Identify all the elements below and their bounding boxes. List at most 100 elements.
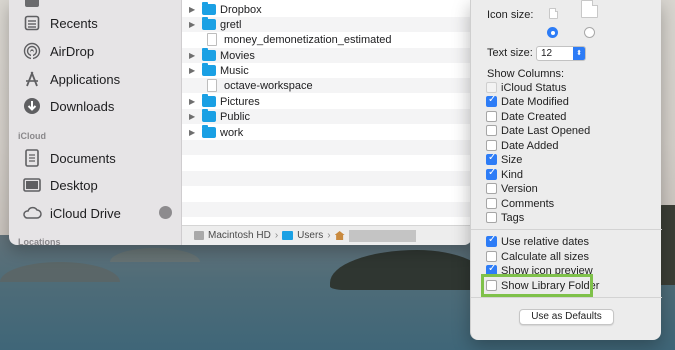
desktop-icon	[22, 175, 42, 195]
sidebar-item-label: AirDrop	[50, 43, 95, 59]
empty-row	[182, 171, 472, 186]
sidebar-item-label: Desktop	[50, 177, 98, 193]
sidebar-item-applications[interactable]: Applications	[9, 66, 182, 92]
home-icon	[334, 231, 345, 240]
path-separator: ›	[274, 230, 279, 241]
file-name: work	[220, 126, 244, 139]
sidebar-item-airdrop[interactable]: AirDrop	[9, 38, 182, 64]
disclosure-triangle-icon[interactable]: ▶	[189, 51, 197, 60]
sidebar-item-label: Recents	[50, 15, 98, 31]
sidebar-item-label: Applications	[50, 71, 121, 87]
documents-icon	[22, 148, 42, 168]
sidebar-item-downloads[interactable]: Downloads	[9, 93, 182, 119]
sidebar-item-icloud-drive[interactable]: iCloud Drive	[9, 200, 182, 226]
column-label: Tags	[501, 212, 525, 224]
text-size-value: 12	[541, 48, 553, 59]
date-last-opened-checkbox[interactable]	[486, 125, 497, 136]
column-label: Comments	[501, 198, 555, 210]
column-label: Date Modified	[501, 96, 569, 108]
column-label: Date Last Opened	[501, 125, 591, 137]
list-item[interactable]: ▶ Music	[182, 63, 472, 78]
file-list: ▶ Dropbox ▶ gretl money_demonetization_e…	[182, 0, 472, 225]
section-divider	[471, 297, 662, 298]
document-icon	[207, 79, 217, 92]
disclosure-triangle-icon[interactable]: ▶	[189, 5, 197, 14]
date-added-checkbox[interactable]	[486, 140, 497, 151]
icloud-progress-icon[interactable]	[159, 206, 172, 219]
empty-row	[182, 140, 472, 155]
path-item-macintosh-hd[interactable]: Macintosh HD	[208, 230, 271, 241]
file-name: gretl	[220, 18, 242, 31]
list-item[interactable]: ▶ work	[182, 125, 472, 140]
size-checkbox[interactable]	[486, 152, 497, 165]
cloud-icon	[22, 203, 42, 223]
folder-icon	[202, 17, 216, 30]
sidebar-section-icloud: iCloud	[18, 131, 46, 141]
users-folder-icon	[282, 231, 294, 240]
icloud-status-checkbox[interactable]	[486, 82, 497, 93]
date-created-checkbox[interactable]	[486, 111, 497, 122]
file-name: Pictures	[220, 95, 260, 108]
finder-window: Recents AirDrop Applications Downloads i…	[9, 0, 472, 245]
column-label: Size	[501, 154, 523, 166]
list-item[interactable]: ▶ Movies	[182, 48, 472, 63]
show-columns-label: Show Columns:	[487, 68, 565, 80]
document-icon	[207, 33, 217, 46]
list-item[interactable]: ▶ gretl	[182, 17, 472, 32]
icon-size-label: Icon size:	[487, 9, 534, 21]
chevron-updown-icon: ⬍	[573, 47, 585, 60]
disclosure-triangle-icon[interactable]: ▶	[189, 20, 197, 29]
use-as-defaults-button[interactable]: Use as Defaults	[519, 309, 614, 325]
list-item[interactable]: money_demonetization_estimated	[182, 32, 472, 47]
disclosure-triangle-icon[interactable]: ▶	[189, 66, 197, 75]
sidebar-item-desktop[interactable]: Desktop	[9, 172, 182, 198]
kind-checkbox[interactable]	[486, 167, 497, 180]
folder-icon	[202, 109, 216, 122]
sidebar-item-recents[interactable]: Recents	[9, 10, 182, 36]
sidebar-item-documents[interactable]: Documents	[9, 145, 182, 171]
empty-row	[182, 202, 472, 217]
list-item[interactable]: ▶ Pictures	[182, 94, 472, 109]
path-separator: ›	[327, 230, 331, 241]
text-size-select[interactable]: 12 ⬍	[536, 46, 586, 61]
finder-sidebar: Recents AirDrop Applications Downloads i…	[9, 0, 182, 245]
small-icon-size-icon	[549, 8, 558, 19]
disclosure-triangle-icon[interactable]: ▶	[189, 112, 197, 121]
sidebar-item-label: Documents	[50, 150, 116, 166]
calculate-all-sizes-checkbox[interactable]	[486, 251, 497, 262]
file-name: Dropbox	[220, 3, 262, 16]
date-modified-checkbox[interactable]	[486, 94, 497, 107]
folder-icon	[202, 48, 216, 61]
folder-icon	[202, 94, 216, 107]
comments-checkbox[interactable]	[486, 198, 497, 209]
path-bar: Macintosh HD › Users ›	[182, 225, 472, 245]
version-checkbox[interactable]	[486, 183, 497, 194]
icon-size-large-radio[interactable]	[584, 27, 595, 38]
use-relative-dates-checkbox[interactable]	[486, 234, 497, 247]
sidebar-item-label: Downloads	[50, 98, 115, 114]
file-name: Movies	[220, 49, 255, 62]
sidebar-item-label: iCloud Drive	[50, 205, 121, 221]
disclosure-triangle-icon[interactable]: ▶	[189, 128, 197, 137]
airdrop-icon	[22, 41, 42, 61]
path-item-users[interactable]: Users	[297, 230, 323, 241]
list-item[interactable]: ▶ Dropbox	[182, 2, 472, 17]
list-item[interactable]: octave-workspace	[182, 78, 472, 93]
disclosure-triangle-icon[interactable]: ▶	[189, 97, 197, 106]
option-label: Calculate all sizes	[501, 251, 590, 263]
redacted-username[interactable]	[348, 229, 416, 242]
file-name: Music	[220, 64, 249, 77]
downloads-icon	[22, 96, 42, 116]
icon-size-small-radio[interactable]	[547, 27, 558, 38]
file-name: Public	[220, 110, 250, 123]
sidebar-section-locations: Locations	[18, 237, 61, 245]
file-name: money_demonetization_estimated	[224, 33, 392, 46]
folder-icon	[202, 63, 216, 76]
file-name: octave-workspace	[224, 79, 313, 92]
list-item[interactable]: ▶ Public	[182, 109, 472, 124]
text-size-label: Text size:	[487, 47, 533, 59]
highlight-box	[481, 274, 593, 297]
column-label: Kind	[501, 169, 524, 181]
folder-icon	[202, 2, 216, 15]
tags-checkbox[interactable]	[486, 212, 497, 223]
